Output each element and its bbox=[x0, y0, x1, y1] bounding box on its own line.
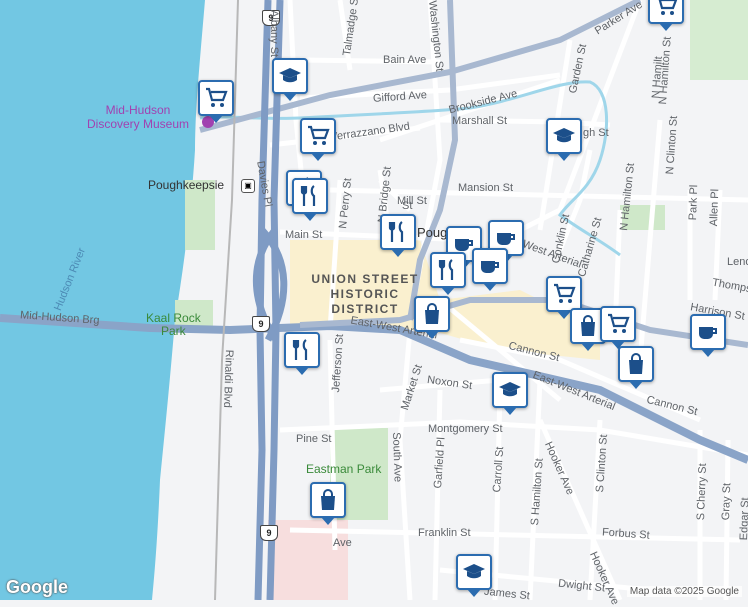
street-label: Park Pl bbox=[687, 184, 701, 221]
street-label: Franklin St bbox=[418, 527, 471, 539]
map-attribution[interactable]: Map data ©2025 Google bbox=[626, 586, 742, 597]
restaurant-icon bbox=[298, 184, 322, 208]
street-label: South Ave bbox=[390, 432, 404, 483]
restaurant-pin[interactable] bbox=[284, 332, 320, 375]
park-area-ne bbox=[690, 0, 748, 80]
street-label: S Cherry St bbox=[695, 463, 709, 521]
google-logo: Google bbox=[6, 577, 68, 597]
city-label: Poughkeepsie bbox=[148, 178, 225, 192]
route-9-shield: 9 bbox=[252, 316, 270, 332]
shopping-pin[interactable] bbox=[618, 346, 654, 389]
cafe-pin[interactable] bbox=[472, 248, 508, 291]
school-pin[interactable] bbox=[272, 58, 308, 101]
cart-icon bbox=[552, 282, 576, 306]
street-label: Main St bbox=[285, 229, 323, 241]
street-label: Edgar St bbox=[738, 497, 748, 541]
museum-label[interactable]: Mid-Hudson Discovery Museum bbox=[72, 103, 204, 131]
street-label: Gray St bbox=[720, 482, 734, 521]
grocery-pin[interactable] bbox=[546, 276, 582, 319]
street-label: Allen Pl bbox=[708, 188, 722, 227]
cart-icon bbox=[654, 0, 678, 18]
restaurant-pin[interactable] bbox=[430, 252, 466, 295]
school-pin[interactable] bbox=[456, 554, 492, 597]
shopping-bag-icon bbox=[316, 488, 340, 512]
street-label: Ave bbox=[333, 537, 352, 549]
cart-icon bbox=[306, 124, 330, 148]
school-icon bbox=[552, 124, 576, 148]
school-pin[interactable] bbox=[492, 372, 528, 415]
street-label: St bbox=[402, 200, 413, 212]
historic-district-label: UNION STREET HISTORIC DISTRICT bbox=[311, 272, 419, 316]
street-label: gh St bbox=[583, 127, 609, 139]
shopping-pin[interactable] bbox=[414, 296, 450, 339]
park-label: Eastman Park bbox=[306, 462, 382, 476]
school-icon bbox=[462, 560, 486, 584]
cafe-icon bbox=[478, 254, 502, 278]
grocery-pin[interactable] bbox=[300, 118, 336, 161]
cafe-pin[interactable] bbox=[690, 314, 726, 357]
shopping-bag-icon bbox=[576, 314, 600, 338]
shopping-pin[interactable] bbox=[310, 482, 346, 525]
shopping-bag-icon bbox=[420, 302, 444, 326]
street-label: Albany St bbox=[268, 10, 280, 58]
school-icon bbox=[278, 64, 302, 88]
park-label: Kaal Rock Park bbox=[146, 311, 201, 338]
grocery-pin[interactable] bbox=[600, 306, 636, 349]
cafe-icon bbox=[494, 226, 518, 250]
cafe-icon bbox=[696, 320, 720, 344]
cart-icon bbox=[606, 312, 630, 336]
cart-icon bbox=[204, 86, 228, 110]
street-label: Leno bbox=[727, 256, 748, 268]
grocery-pin[interactable] bbox=[198, 80, 234, 123]
restaurant-pin[interactable] bbox=[292, 178, 328, 221]
train-station-icon: ▣ bbox=[241, 179, 255, 193]
restaurant-icon bbox=[290, 338, 314, 362]
street-label: Rinaldi Blvd bbox=[220, 349, 235, 409]
street-label: Montgomery St bbox=[428, 423, 503, 435]
street-label: Bain Ave bbox=[383, 54, 427, 66]
street-label: Mansion St bbox=[458, 182, 514, 194]
restaurant-pin[interactable] bbox=[380, 214, 416, 257]
street-label: Marshall St bbox=[452, 115, 508, 127]
route-9-shield: 9 bbox=[260, 525, 278, 541]
restaurant-icon bbox=[386, 220, 410, 244]
restaurant-icon bbox=[436, 258, 460, 282]
school-icon bbox=[498, 378, 522, 402]
grocery-pin[interactable] bbox=[648, 0, 684, 31]
school-pin[interactable] bbox=[546, 118, 582, 161]
street-label: Pine St bbox=[296, 433, 332, 445]
shopping-bag-icon bbox=[624, 352, 648, 376]
